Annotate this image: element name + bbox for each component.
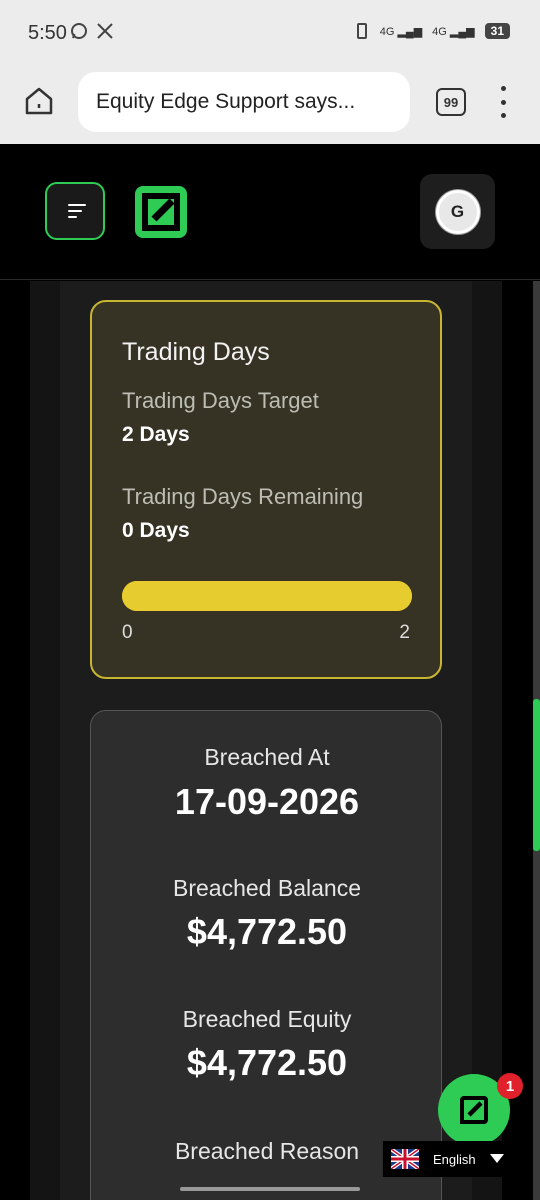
battery-icon: 31 — [484, 23, 510, 39]
vibrate-icon — [356, 23, 367, 39]
progress-fill — [122, 581, 412, 611]
address-bar[interactable]: Equity Edge Support says... — [78, 72, 410, 132]
target-value: 2 Days — [122, 423, 190, 446]
chat-logo-icon — [460, 1096, 488, 1124]
status-time: 5:50 — [28, 22, 67, 44]
notification-icons — [70, 22, 114, 40]
status-bar: 5:50 4G ▂▄▆ 4G ▂▄▆ 31 — [0, 0, 540, 68]
scrollbar-thumb[interactable] — [533, 699, 540, 851]
x-icon — [97, 23, 113, 39]
system-icons: 4G ▂▄▆ 4G ▂▄▆ 31 — [354, 22, 510, 40]
uk-flag-icon — [391, 1149, 419, 1169]
target-label: Trading Days Target — [122, 388, 319, 413]
breached-balance-value: $4,772.50 — [186, 911, 348, 952]
card-title: Trading Days — [122, 338, 270, 366]
language-selector[interactable]: English — [383, 1141, 513, 1177]
app-header: G — [0, 144, 540, 280]
remaining-label: Trading Days Remaining — [122, 484, 364, 509]
breached-at-value: 17-09-2026 — [174, 781, 360, 822]
remaining-value: 0 Days — [122, 519, 190, 542]
breached-at-label: Breached At — [204, 744, 330, 770]
gesture-bar[interactable] — [180, 1187, 360, 1191]
progress-min-label: 0 — [122, 622, 133, 643]
profile-button[interactable]: G — [420, 174, 495, 249]
whatsapp-icon — [71, 23, 87, 39]
trading-days-progress-bar — [122, 581, 412, 611]
main-content: Trading Days Trading Days Target 2 Days … — [0, 281, 540, 1200]
overflow-menu-icon[interactable] — [494, 86, 512, 118]
notification-badge: 1 — [497, 1073, 523, 1099]
signal-1-icon: 4G ▂▄▆ — [379, 25, 423, 38]
breached-balance-label: Breached Balance — [173, 875, 361, 901]
caret-down-icon — [489, 1154, 504, 1163]
tab-switcher-button[interactable]: 99 — [436, 88, 466, 116]
address-bar-text: Equity Edge Support says... — [96, 90, 356, 113]
breached-equity-value: $4,772.50 — [186, 1042, 348, 1083]
trading-days-card: Trading Days Trading Days Target 2 Days … — [90, 300, 442, 679]
breach-card: Breached At 17-09-2026 Breached Balance … — [90, 710, 442, 1200]
progress-max-label: 2 — [399, 622, 410, 643]
home-icon[interactable] — [22, 84, 56, 118]
menu-toggle-button[interactable] — [45, 182, 105, 240]
avatar: G — [435, 189, 480, 234]
language-label: English — [433, 1151, 476, 1167]
browser-toolbar: Equity Edge Support says... 99 — [0, 68, 540, 144]
breached-equity-label: Breached Equity — [182, 1006, 352, 1032]
brand-logo[interactable] — [135, 186, 187, 238]
signal-2-icon: 4G ▂▄▆ — [432, 25, 475, 38]
